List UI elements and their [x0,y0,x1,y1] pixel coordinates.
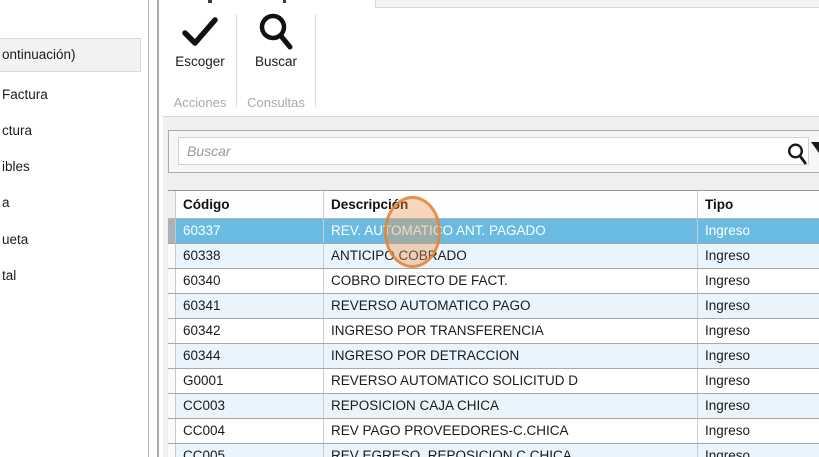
sidebar-item-factura[interactable]: Factura [0,86,145,104]
cell-descripcion[interactable]: ANTICIPO COBRADO [324,244,698,268]
ribbon-tab-strip [163,0,819,8]
search-icon[interactable] [787,143,807,165]
cell-descripcion[interactable]: COBRO DIRECTO DE FACT. [324,269,698,293]
app-window: ontinuación) Factura ctura ibles a ueta … [0,0,819,457]
dropdown-arrow-icon[interactable] [811,142,819,153]
tab-label-remnant [283,0,286,3]
row-selector[interactable] [168,419,176,443]
buscar-button[interactable]: Buscar [240,12,312,84]
cell-codigo[interactable]: 60342 [176,319,324,343]
cell-tipo[interactable]: Ingreso [698,269,819,293]
results-table: Código Descripción Tipo 60337 REV. AUTOM… [168,190,819,457]
row-selector[interactable] [168,244,176,268]
row-selector[interactable] [168,394,176,418]
row-selector[interactable] [168,269,176,293]
sidebar-item-a[interactable]: a [0,194,145,212]
check-icon [181,12,219,52]
table-row[interactable]: 60341 REVERSO AUTOMATICO PAGO Ingreso [168,294,819,319]
search-bar [168,130,819,173]
cell-codigo[interactable]: CC003 [176,394,324,418]
cell-codigo[interactable]: 60338 [176,244,324,268]
row-selector[interactable] [168,294,176,318]
cell-tipo[interactable]: Ingreso [698,219,819,243]
table-body: 60337 REV. AUTOMATICO ANT. PAGADO Ingres… [168,219,819,457]
sidebar-item-ibles[interactable]: ibles [0,158,145,176]
ribbon-separator [236,14,237,107]
cell-tipo[interactable]: Ingreso [698,244,819,268]
cell-codigo[interactable]: G0001 [176,369,324,393]
tab-strip-shade [375,0,819,8]
sidebar-item-tal[interactable]: tal [0,267,145,285]
cell-descripcion[interactable]: REV PAGO PROVEEDORES-C.CHICA [324,419,698,443]
row-selector[interactable] [168,219,176,243]
magnifier-icon [256,12,296,52]
sidebar: ontinuación) Factura ctura ibles a ueta … [0,0,149,457]
cell-tipo[interactable]: Ingreso [698,419,819,443]
cell-tipo[interactable]: Ingreso [698,319,819,343]
table-row[interactable]: 60342 INGRESO POR TRANSFERENCIA Ingreso [168,319,819,344]
ribbon-group-acciones: Acciones [173,95,227,110]
cell-codigo[interactable]: 60337 [176,219,324,243]
table-row[interactable]: 60338 ANTICIPO COBRADO Ingreso [168,244,819,269]
main-content: Escoger Buscar Acciones Consultas Buscar… [163,0,819,457]
cell-codigo[interactable]: CC005 [176,444,324,457]
cell-codigo[interactable]: 60344 [176,344,324,368]
ribbon-group-consultas: Consultas [247,95,305,110]
cell-descripcion[interactable]: INGRESO POR TRANSFERENCIA [324,319,698,343]
sidebar-item-ueta[interactable]: ueta [0,231,145,249]
row-selector[interactable] [168,344,176,368]
column-header-descripcion[interactable]: Descripción [324,191,698,218]
cell-descripcion[interactable]: REVERSO AUTOMATICO PAGO [324,294,698,318]
ribbon-separator [315,14,316,107]
cell-descripcion[interactable]: REV EGRESO. REPOSICION C.CHICA [324,444,698,457]
cell-descripcion[interactable]: REVERSO AUTOMATICO SOLICITUD D [324,369,698,393]
table-row[interactable]: G0001 REVERSO AUTOMATICO SOLICITUD D Ing… [168,369,819,394]
buscar-button-label: Buscar [254,54,298,69]
cell-descripcion[interactable]: REPOSICION CAJA CHICA [324,394,698,418]
sidebar-item-ctura[interactable]: ctura [0,122,145,140]
cell-tipo[interactable]: Ingreso [698,344,819,368]
table-row[interactable]: CC005 REV EGRESO. REPOSICION C.CHICA Ing… [168,444,819,457]
table-row[interactable]: 60337 REV. AUTOMATICO ANT. PAGADO Ingres… [168,219,819,244]
column-header-tipo[interactable]: Tipo [698,191,819,218]
table-header: Código Descripción Tipo [168,191,819,219]
cell-codigo[interactable]: 60341 [176,294,324,318]
cell-tipo[interactable]: Ingreso [698,394,819,418]
table-row[interactable]: CC003 REPOSICION CAJA CHICA Ingreso [168,394,819,419]
ribbon: Escoger Buscar Acciones Consultas [163,8,819,117]
escoger-button[interactable]: Escoger [165,12,235,84]
page-area: Código Descripción Tipo 60337 REV. AUTOM… [163,117,819,457]
table-row[interactable]: 60344 INGRESO POR DETRACCION Ingreso [168,344,819,369]
cell-codigo[interactable]: 60340 [176,269,324,293]
cell-descripcion[interactable]: REV. AUTOMATICO ANT. PAGADO [324,219,698,243]
sidebar-item-continuacion[interactable]: ontinuación) [0,38,141,72]
escoger-button-label: Escoger [175,54,225,69]
cell-codigo[interactable]: CC004 [176,419,324,443]
row-selector[interactable] [168,319,176,343]
table-row[interactable]: CC004 REV PAGO PROVEEDORES-C.CHICA Ingre… [168,419,819,444]
cell-tipo[interactable]: Ingreso [698,369,819,393]
row-selector[interactable] [168,369,176,393]
table-row[interactable]: 60340 COBRO DIRECTO DE FACT. Ingreso [168,269,819,294]
row-selector[interactable] [168,444,176,457]
search-input[interactable] [178,137,809,165]
tab-label-remnant [208,0,212,3]
cell-tipo[interactable]: Ingreso [698,294,819,318]
row-selector-header [168,191,176,218]
column-header-codigo[interactable]: Código [176,191,324,218]
panel-splitter[interactable] [157,0,159,457]
cell-tipo[interactable]: Ingreso [698,444,819,457]
cell-descripcion[interactable]: INGRESO POR DETRACCION [324,344,698,368]
